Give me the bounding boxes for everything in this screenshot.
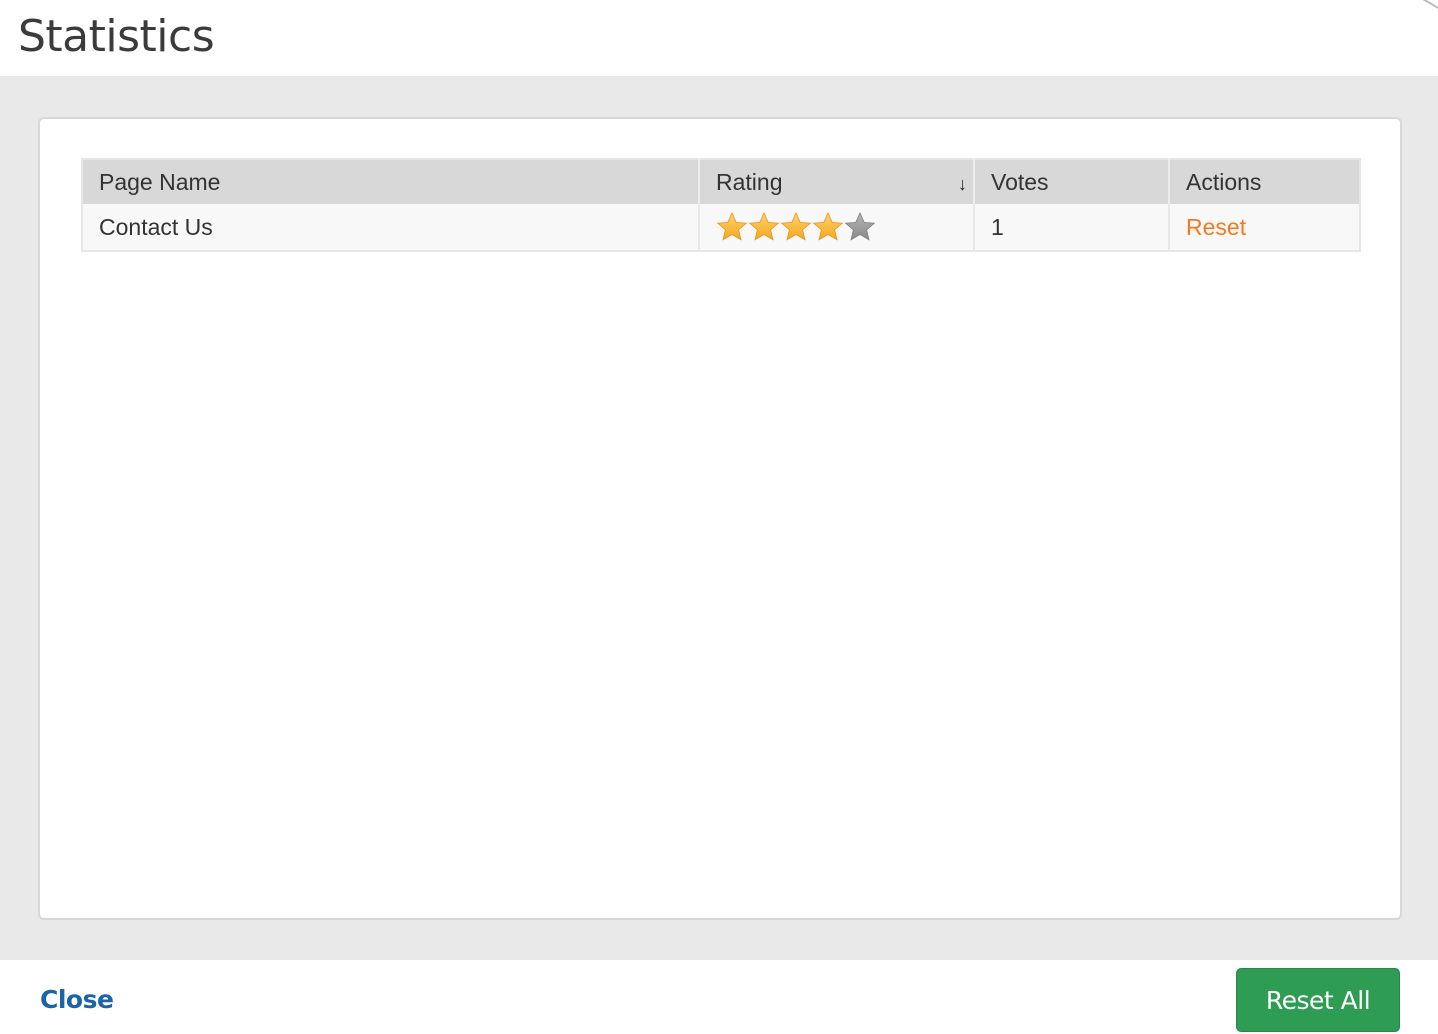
column-header-actions: Actions: [1169, 159, 1360, 204]
column-header-label: Votes: [991, 168, 1049, 195]
dialog-footer: Close Reset All: [0, 960, 1438, 1034]
page-title: Statistics: [18, 11, 215, 62]
star-empty-icon: [844, 212, 876, 241]
corner-decoration: [1423, 0, 1438, 10]
cell-rating: [699, 204, 975, 251]
statistics-table: Page Name Rating ↓ Votes Actions Contact…: [81, 158, 1361, 252]
column-header-label: Actions: [1186, 168, 1262, 195]
cell-votes: 1: [974, 204, 1170, 251]
reset-all-button[interactable]: Reset All: [1236, 968, 1400, 1032]
column-header-label: Page Name: [99, 168, 221, 195]
reset-row-link[interactable]: Reset: [1186, 214, 1246, 240]
column-header-votes[interactable]: Votes: [974, 159, 1170, 204]
star-filled-icon: [748, 212, 780, 241]
arrow-down-icon[interactable]: ↓: [958, 174, 967, 195]
table-row: Contact Us 1 Reset: [82, 204, 1360, 251]
cell-actions: Reset: [1169, 204, 1360, 251]
star-filled-icon: [812, 212, 844, 241]
column-header-label: Rating: [716, 168, 783, 195]
statistics-panel: Page Name Rating ↓ Votes Actions Contact…: [38, 117, 1402, 920]
cell-page-name: Contact Us: [82, 204, 700, 251]
star-filled-icon: [780, 212, 812, 241]
table-header-row: Page Name Rating ↓ Votes Actions: [82, 159, 1360, 204]
column-header-page-name[interactable]: Page Name: [82, 159, 700, 204]
dialog-body: Page Name Rating ↓ Votes Actions Contact…: [0, 76, 1438, 960]
close-button[interactable]: Close: [40, 985, 114, 1014]
star-filled-icon: [716, 212, 748, 241]
star-rating: [716, 211, 876, 243]
column-header-rating[interactable]: Rating ↓: [699, 159, 975, 204]
dialog-header: Statistics: [0, 0, 1438, 76]
